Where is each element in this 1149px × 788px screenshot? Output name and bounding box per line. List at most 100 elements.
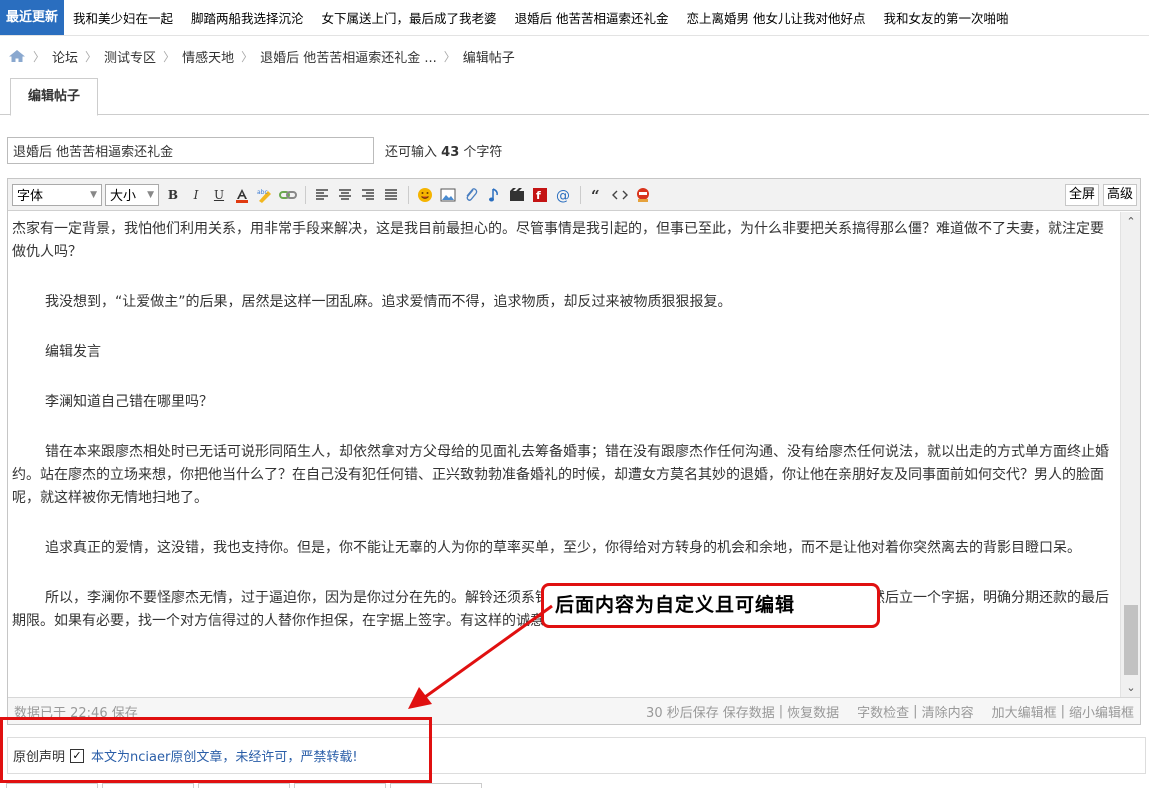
bottom-tab-edge xyxy=(102,783,194,788)
saved-status: 数据已于 22:46 保存 xyxy=(14,705,138,721)
news-link[interactable]: 恋上离婚男 他女儿让我对他好点 xyxy=(687,8,866,27)
align-left-icon[interactable] xyxy=(311,184,333,206)
content-paragraph: 追求真正的爱情，这没错，我也支持你。但是，你不能让无辜的人为你的草率买单，至少，… xyxy=(45,540,1081,556)
toolbar-right-group: 全屏 高级 xyxy=(1061,184,1137,206)
svg-text:@: @ xyxy=(556,188,570,203)
breadcrumb-separator: 〉 xyxy=(85,49,98,64)
font-select-label: 字体 xyxy=(17,189,44,204)
image-icon[interactable] xyxy=(437,184,459,206)
breadcrumb-separator: 〉 xyxy=(443,49,456,64)
content-paragraph: 我没想到，“让爱做主”的后果，居然是这样一团乱麻。追求爱情而不得，追求物质，却反… xyxy=(45,294,732,310)
post-editor: 字体 ▼ 大小 ▼ B I U abc f @ “ 全屏 高级 杰家有一定背景，… xyxy=(7,178,1141,725)
tab-strip: 编辑帖子 xyxy=(0,78,1149,116)
bottom-tab-edge xyxy=(198,783,290,788)
font-color-icon[interactable] xyxy=(231,184,253,206)
link-icon[interactable] xyxy=(277,184,299,206)
font-size-select[interactable]: 大小 ▼ xyxy=(105,183,159,206)
news-link[interactable]: 我和美少妇在一起 xyxy=(73,8,173,27)
content-paragraph: 李澜知道自己错在哪里吗？ xyxy=(45,394,213,410)
underline-button[interactable]: U xyxy=(208,184,230,206)
status-divider: | xyxy=(913,703,918,719)
svg-text:“: “ xyxy=(591,189,600,201)
align-justify-icon[interactable] xyxy=(380,184,402,206)
tab-edit-post[interactable]: 编辑帖子 xyxy=(10,78,98,116)
subject-input[interactable] xyxy=(7,137,374,164)
background-color-icon[interactable]: abc xyxy=(254,184,276,206)
italic-button[interactable]: I xyxy=(185,184,207,206)
enlarge-editor-link[interactable]: 加大编辑框 xyxy=(992,702,1057,721)
scroll-down-icon[interactable]: ⌄ xyxy=(1121,678,1141,698)
latest-updates-badge: 最近更新 xyxy=(0,0,65,35)
char-counter: 还可输入 43 个字符 xyxy=(385,141,502,160)
clear-content-link[interactable]: 清除内容 xyxy=(922,702,974,721)
news-link[interactable]: 退婚后 他苦苦相逼索还礼金 xyxy=(515,8,669,27)
editor-scrollbar[interactable]: ⌃ ⌄ xyxy=(1120,212,1140,698)
scroll-up-icon[interactable]: ⌃ xyxy=(1121,212,1141,232)
editor-toolbar: 字体 ▼ 大小 ▼ B I U abc f @ “ 全屏 高级 xyxy=(8,179,1140,211)
news-ticker: 最近更新 我和美少妇在一起 脚踏两船我选择沉沦 女下属送上门，最后成了我老婆 退… xyxy=(0,0,1149,36)
annotation-callout: 后面内容为自定义且可编辑 xyxy=(541,583,880,628)
status-divider: | xyxy=(778,703,784,719)
toolbar-divider xyxy=(580,185,581,204)
video-icon[interactable] xyxy=(506,184,528,206)
at-mention-icon[interactable]: @ xyxy=(552,184,574,206)
breadcrumb-thread[interactable]: 退婚后 他苦苦相逼索还礼金 ... xyxy=(260,47,437,66)
code-icon[interactable] xyxy=(609,184,631,206)
svg-text:abc: abc xyxy=(257,189,268,196)
align-center-icon[interactable] xyxy=(334,184,356,206)
bottom-tab-edge xyxy=(390,783,482,788)
scrollbar-thumb[interactable] xyxy=(1124,605,1138,675)
flash-icon[interactable]: f xyxy=(529,184,551,206)
content-paragraph: 杰家有一定背景，我怕他们利用关系，用非常手段来解决，这是我目前最担心的。尽管事情… xyxy=(12,221,1104,260)
shrink-editor-link[interactable]: 缩小编辑框 xyxy=(1069,702,1134,721)
news-link[interactable]: 我和女友的第一次啪啪 xyxy=(884,8,1009,27)
counter-number: 43 xyxy=(441,145,460,160)
statusbar-actions: 30 秒后保存 保存数据 | 恢复数据 字数检查 | 清除内容 加大编辑框 | … xyxy=(646,702,1134,721)
align-right-icon[interactable] xyxy=(357,184,379,206)
toolbar-divider xyxy=(305,185,306,204)
bold-button[interactable]: B xyxy=(162,184,184,206)
declaration-label: 原创声明 xyxy=(13,750,66,765)
breadcrumb-separator: 〉 xyxy=(33,49,46,64)
save-data-link[interactable]: 保存数据 xyxy=(723,702,775,721)
size-select-label: 大小 xyxy=(110,189,137,204)
restore-data-link[interactable]: 恢复数据 xyxy=(787,702,839,721)
svg-text:f: f xyxy=(536,189,541,202)
advanced-mode-button[interactable]: 高级 xyxy=(1102,184,1137,206)
music-icon[interactable] xyxy=(483,184,505,206)
content-paragraph: 编辑发言 xyxy=(45,344,101,360)
breadcrumb: 〉 论坛 〉 测试专区 〉 情感天地 〉 退婚后 他苦苦相逼索还礼金 ... 〉… xyxy=(8,45,515,67)
news-link[interactable]: 脚踏两船我选择沉沦 xyxy=(191,8,304,27)
hidden-content-icon[interactable] xyxy=(632,184,654,206)
chevron-down-icon: ▼ xyxy=(90,189,97,200)
autosave-countdown: 30 秒后保存 xyxy=(646,705,719,721)
news-link[interactable]: 女下属送上门，最后成了我老婆 xyxy=(322,8,497,27)
breadcrumb-separator: 〉 xyxy=(163,49,176,64)
declaration-notice[interactable]: 本文为nciaer原创文章，未经许可，严禁转载! xyxy=(91,746,358,765)
emoji-icon[interactable] xyxy=(414,184,436,206)
breadcrumb-current: 编辑帖子 xyxy=(462,50,515,66)
breadcrumb-emotion[interactable]: 情感天地 xyxy=(182,47,234,66)
breadcrumb-separator: 〉 xyxy=(241,49,254,64)
attachment-icon[interactable] xyxy=(460,184,482,206)
chevron-down-icon: ▼ xyxy=(147,189,154,200)
bottom-tab-edge xyxy=(6,783,98,788)
original-declaration: 原创声明 ✓ 本文为nciaer原创文章，未经许可，严禁转载! xyxy=(7,737,1146,774)
quote-icon[interactable]: “ xyxy=(586,184,608,206)
declaration-checkbox[interactable]: ✓ xyxy=(70,748,85,763)
word-check-link[interactable]: 字数检查 xyxy=(857,702,909,721)
font-family-select[interactable]: 字体 ▼ xyxy=(12,183,102,206)
content-paragraph: 错在本来跟廖杰相处时已无话可说形同陌生人，却依然拿对方父母给的见面礼去筹备婚事；… xyxy=(12,444,1109,506)
counter-suffix: 个字符 xyxy=(463,145,503,160)
breadcrumb-test-zone[interactable]: 测试专区 xyxy=(104,47,156,66)
counter-prefix: 还可输入 xyxy=(385,145,438,160)
toolbar-divider xyxy=(408,185,409,204)
bottom-tab-edge xyxy=(294,783,386,788)
home-icon[interactable] xyxy=(8,49,26,63)
status-divider: | xyxy=(1060,703,1065,719)
fullscreen-button[interactable]: 全屏 xyxy=(1064,184,1099,206)
breadcrumb-forum[interactable]: 论坛 xyxy=(52,47,78,66)
bottom-tab-edges xyxy=(0,783,1149,788)
editor-statusbar: 数据已于 22:46 保存 30 秒后保存 保存数据 | 恢复数据 字数检查 |… xyxy=(8,697,1140,724)
subject-row: 还可输入 43 个字符 xyxy=(7,137,502,164)
